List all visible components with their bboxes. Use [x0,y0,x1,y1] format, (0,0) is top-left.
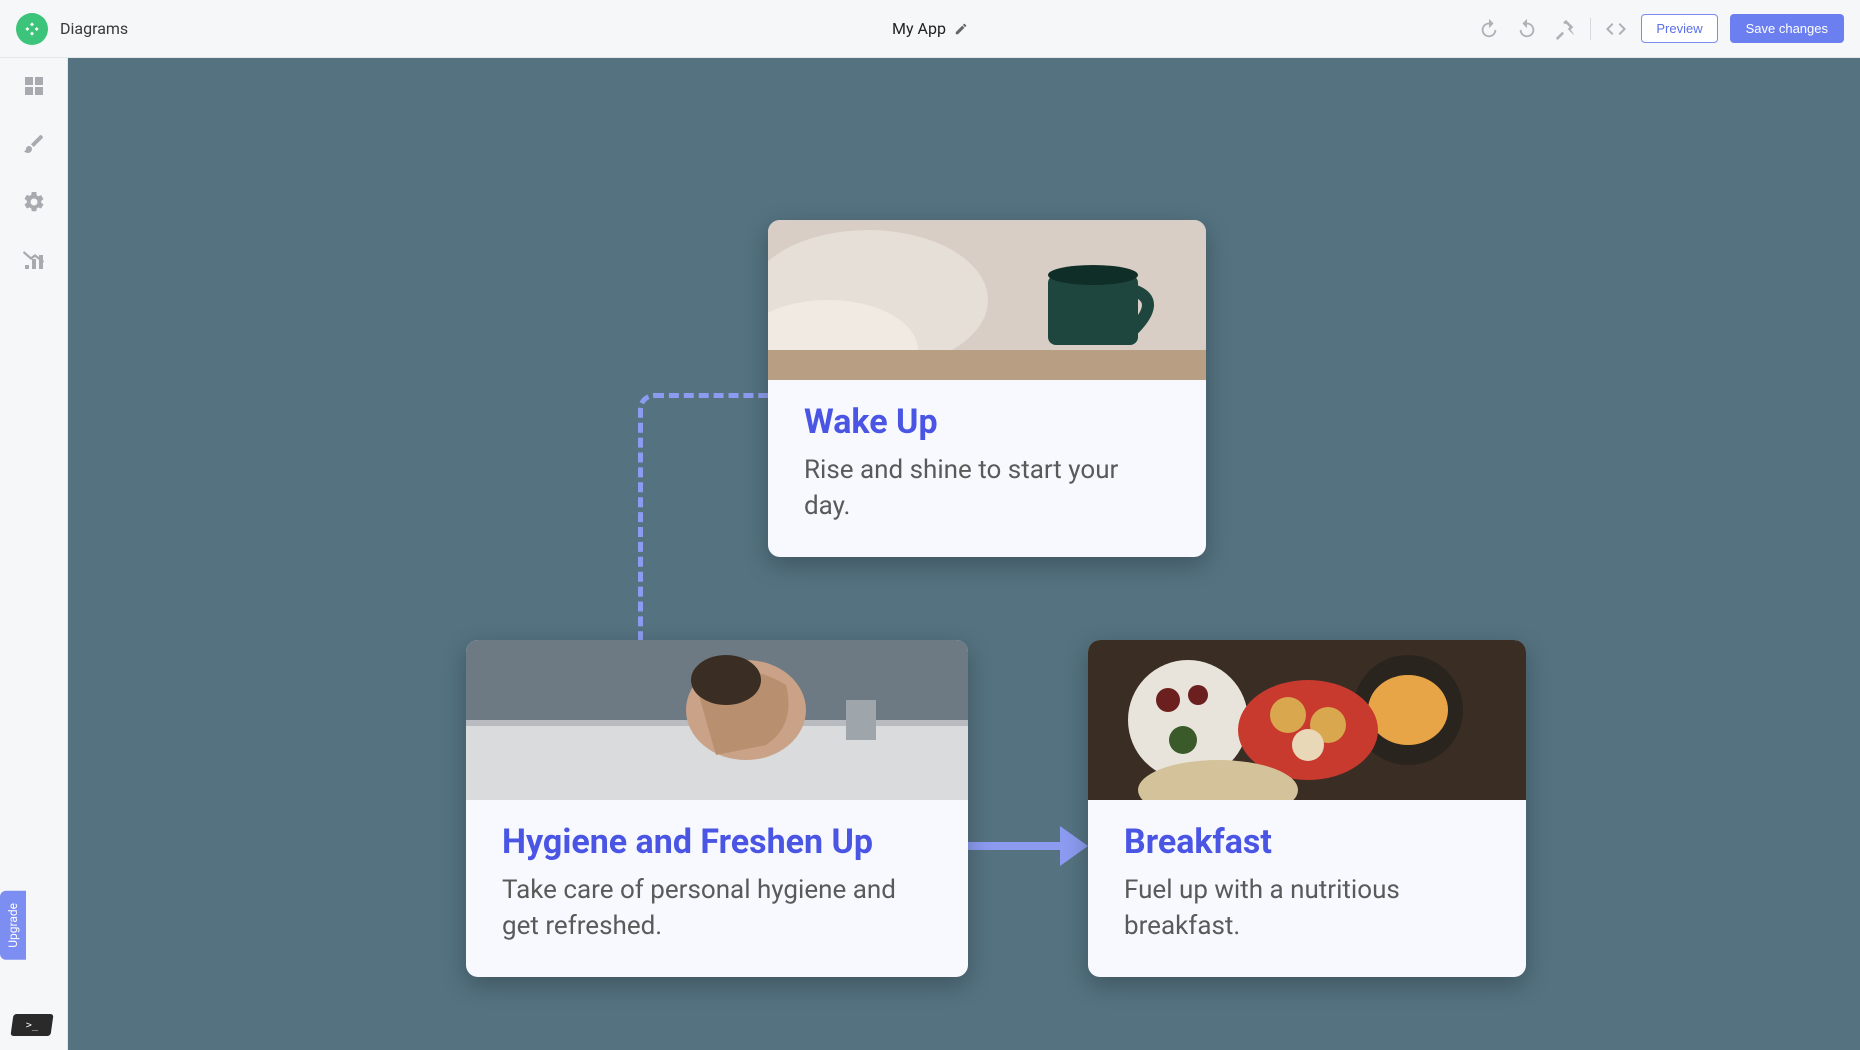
card-title: Hygiene and Freshen Up [502,822,932,862]
toolbar-divider [1590,18,1591,40]
card-title: Breakfast [1124,822,1490,862]
card-subtitle: Fuel up with a nutritious breakfast. [1124,872,1490,945]
undo-button[interactable] [1476,16,1502,42]
top-toolbar: Diagrams My App Preview Save changes [0,0,1860,58]
card-breakfast[interactable]: Breakfast Fuel up with a nutritious brea… [1088,640,1526,977]
left-sidebar: Upgrade >_ [0,58,68,1050]
save-button[interactable]: Save changes [1730,14,1844,43]
chart-icon[interactable] [20,246,48,274]
terminal-icon[interactable]: >_ [10,1014,53,1036]
code-button[interactable] [1603,16,1629,42]
diagram-canvas[interactable]: Wake Up Rise and shine to start your day… [68,58,1860,1050]
brush-icon[interactable] [20,130,48,158]
card-image [768,220,1206,380]
upgrade-button[interactable]: Upgrade [0,891,26,960]
breadcrumb[interactable]: Diagrams [60,19,128,38]
redo-button[interactable] [1514,16,1540,42]
card-subtitle: Take care of personal hygiene and get re… [502,872,932,945]
gear-icon[interactable] [20,188,48,216]
card-image [466,640,968,800]
app-logo[interactable] [16,13,48,45]
grid-icon[interactable] [20,72,48,100]
card-hygiene[interactable]: Hygiene and Freshen Up Take care of pers… [466,640,968,977]
card-wake-up[interactable]: Wake Up Rise and shine to start your day… [768,220,1206,557]
edit-title-icon[interactable] [954,22,968,36]
page-title: My App [892,19,946,38]
connector-arrow [968,826,1088,866]
card-subtitle: Rise and shine to start your day. [804,452,1170,525]
preview-button[interactable]: Preview [1641,14,1717,43]
connector-dashed [638,393,768,643]
tool-button[interactable] [1552,16,1578,42]
card-image [1088,640,1526,800]
card-title: Wake Up [804,402,1170,442]
